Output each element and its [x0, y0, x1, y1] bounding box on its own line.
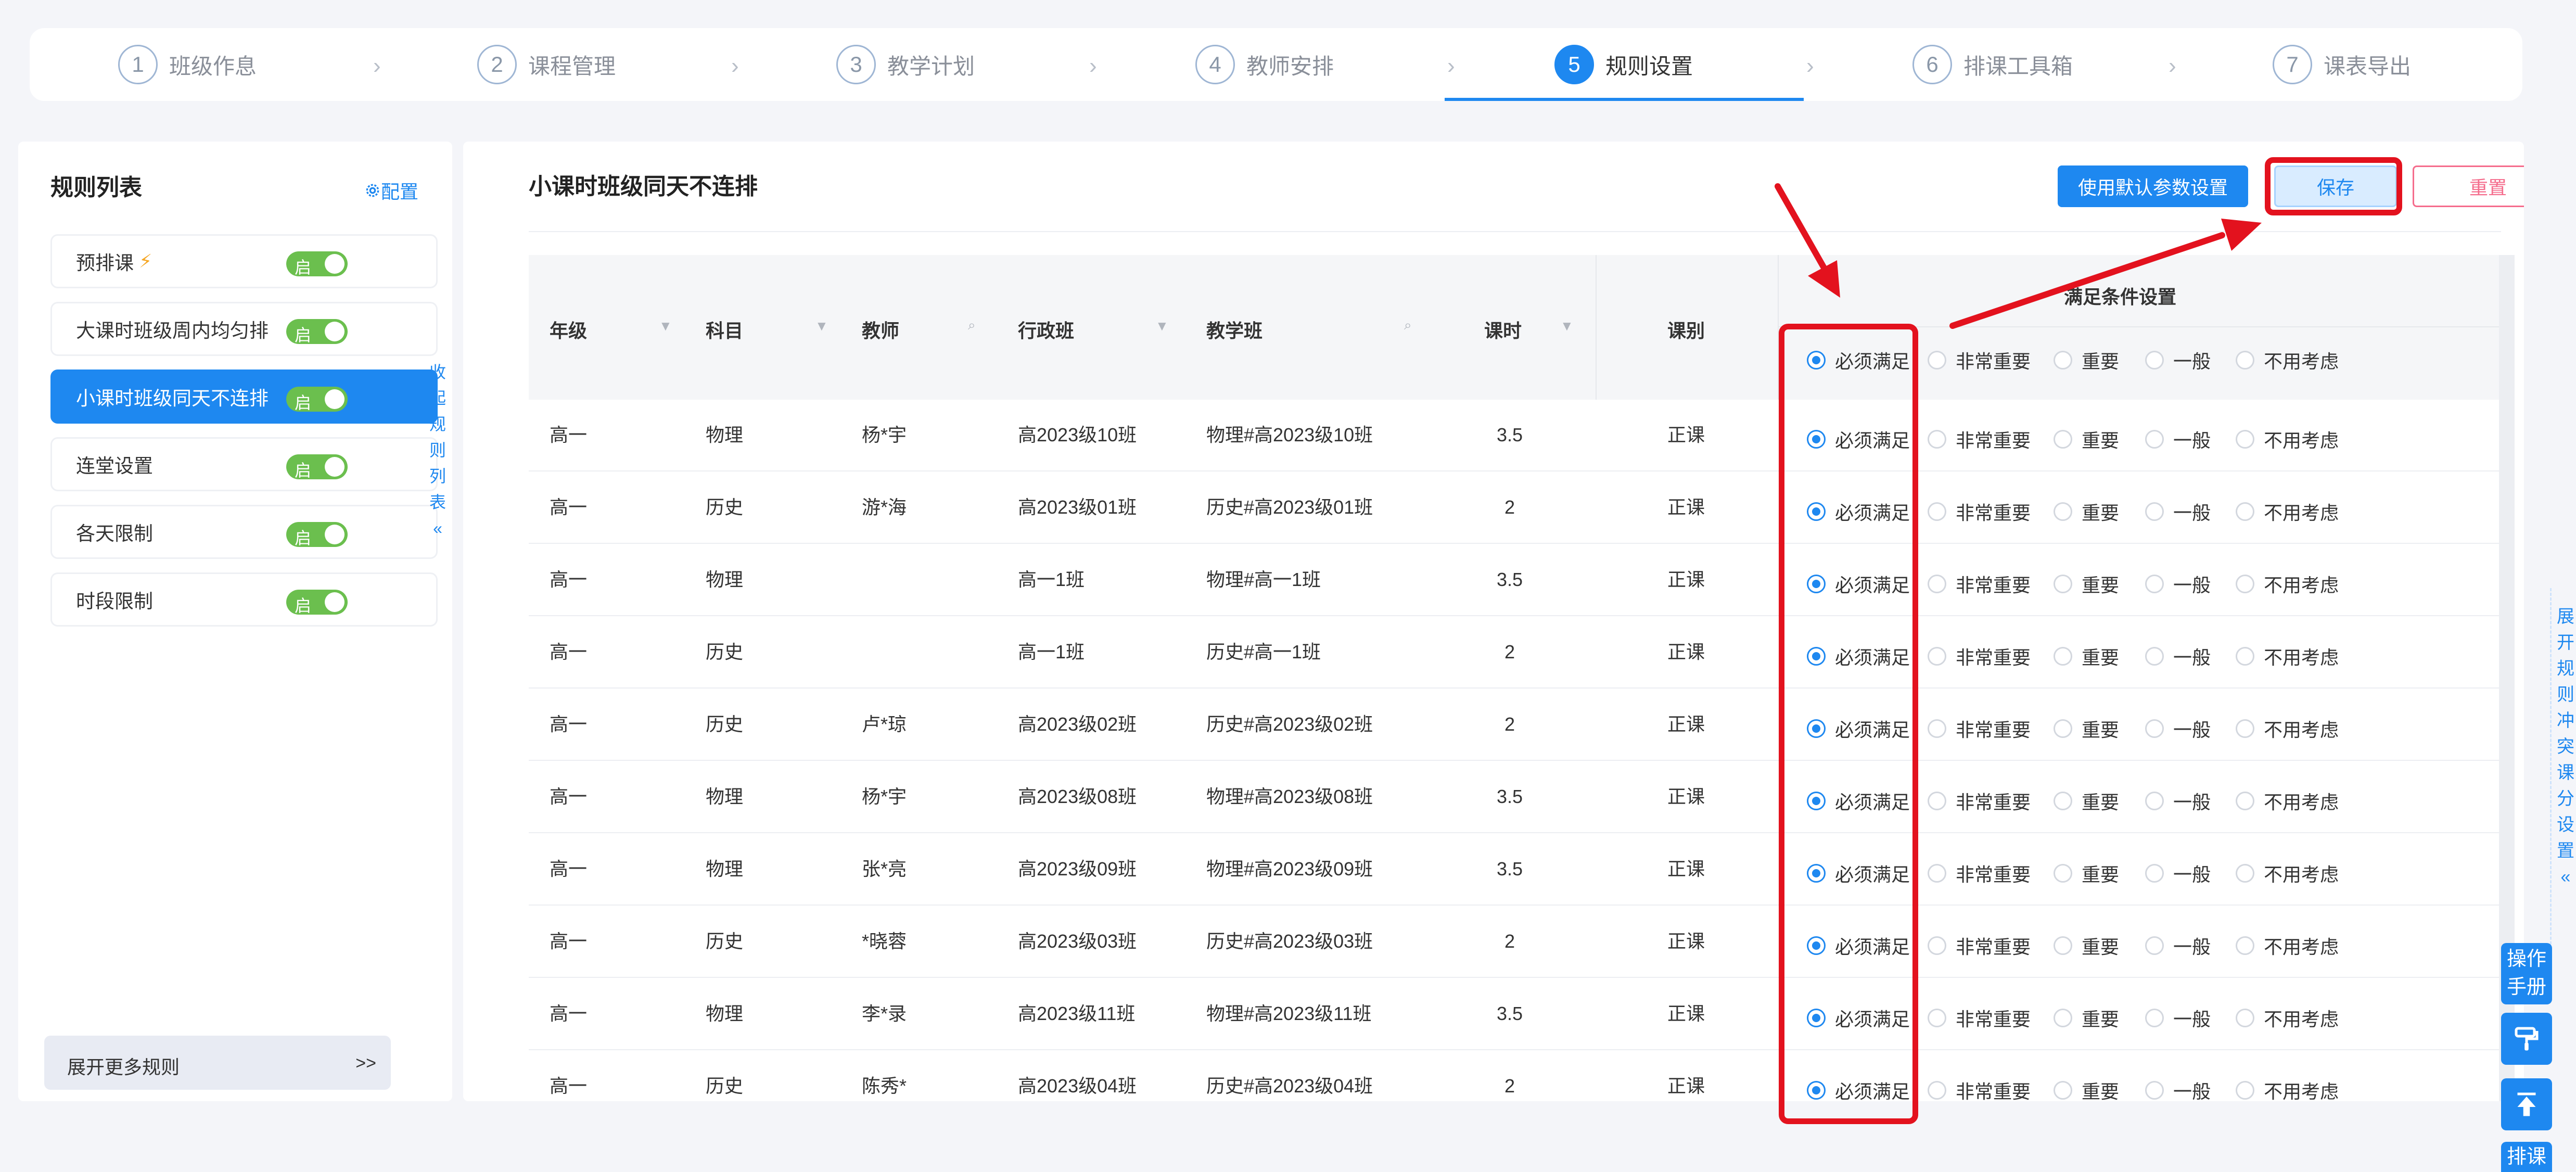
annotation-arrow-line [1949, 232, 2225, 329]
vertical-char: 展 [2557, 607, 2574, 627]
arrow-up-icon [2517, 1092, 2536, 1116]
annotation-arrow-head [2221, 219, 2262, 251]
manual-label: 操作手册 [2506, 948, 2546, 998]
annotation-arrow-line [1775, 183, 1829, 274]
annotation-arrows [1775, 183, 2262, 329]
back-to-top-button[interactable] [2501, 1078, 2552, 1130]
right-dashed-guide [2550, 588, 2553, 968]
vertical-char: 则 [2557, 685, 2574, 705]
vertical-char: 置 [2557, 841, 2574, 861]
collapse-arrow-icon: « [2560, 867, 2571, 887]
paint-roller-icon [2515, 1027, 2539, 1051]
manual-button[interactable]: 操作手册 [2501, 943, 2552, 1004]
schedule-button[interactable]: 排课 [2501, 1142, 2552, 1172]
vertical-char: 设 [2557, 815, 2574, 835]
vertical-char: 分 [2557, 789, 2574, 809]
expand-conflict-settings-toggle[interactable]: 展 开 规 则 冲 突 课 分 设 置 « [2555, 604, 2576, 890]
vertical-char: 突 [2557, 737, 2574, 757]
vertical-char: 规 [2557, 659, 2574, 679]
paint-brush-button[interactable] [2501, 1013, 2552, 1065]
vertical-char: 冲 [2557, 711, 2574, 731]
vertical-char: 开 [2557, 633, 2574, 653]
vertical-char: 课 [2557, 763, 2574, 783]
